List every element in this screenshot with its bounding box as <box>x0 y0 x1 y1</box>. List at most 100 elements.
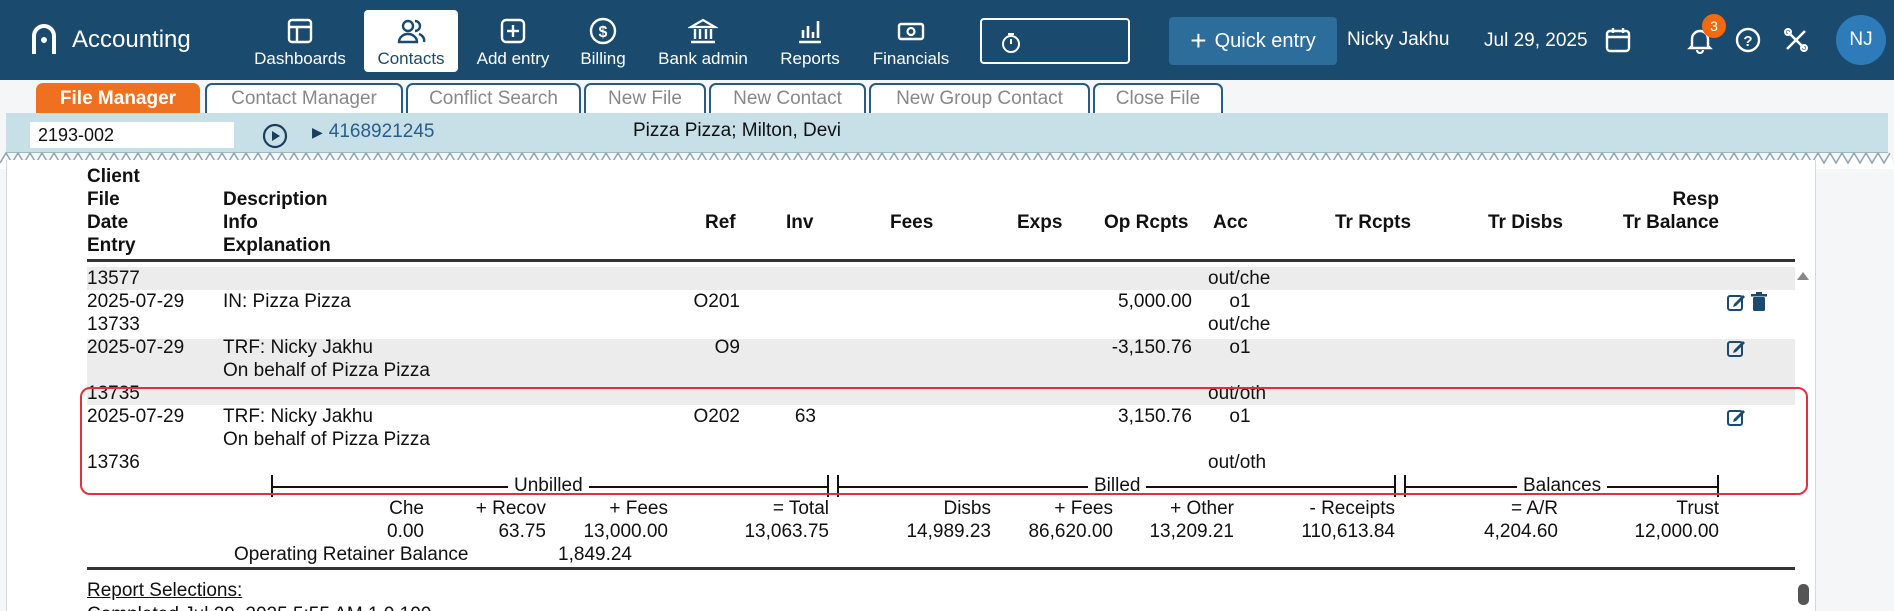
nav-reports[interactable]: Reports <box>770 10 850 72</box>
header-resp: Resp <box>1672 189 1719 210</box>
summary-value: 63.75 <box>498 521 546 542</box>
report-selections-heading: Report Selections: <box>87 580 243 601</box>
svg-text:?: ? <box>1743 33 1752 50</box>
tools-icon[interactable] <box>1782 26 1810 54</box>
svg-text:$: $ <box>599 24 608 41</box>
header-tr-disbs: Tr Disbs <box>1488 212 1563 233</box>
notification-badge: 3 <box>1702 14 1726 38</box>
account-type: out/che <box>1208 314 1271 335</box>
tab-close-file[interactable]: Close File <box>1093 83 1223 113</box>
header-entry: Entry <box>87 235 136 256</box>
entry-description: IN: Pizza Pizza <box>223 291 351 312</box>
quick-entry-label: Quick entry <box>1214 29 1316 52</box>
header-info: Info <box>223 212 258 233</box>
scroll-up-arrow-icon[interactable] <box>1797 272 1809 280</box>
avatar[interactable]: NJ <box>1836 15 1886 65</box>
summary-label: + Other <box>1170 498 1234 519</box>
app-brand[interactable]: Accounting <box>30 22 191 58</box>
contacts-icon <box>397 19 426 44</box>
summary-value: 4,204.60 <box>1484 521 1558 542</box>
nav-billing[interactable]: $ Billing <box>570 10 636 72</box>
retainer-value: 1,849.24 <box>558 544 632 565</box>
retainer-label: Operating Retainer Balance <box>234 544 469 565</box>
scroll-thumb[interactable] <box>1798 584 1809 605</box>
summary-value: 13,063.75 <box>744 521 829 542</box>
header-inv: Inv <box>786 212 814 233</box>
entry-op-rcpts: 5,000.00 <box>1118 291 1192 312</box>
summary-label: = Total <box>772 498 829 519</box>
nav-bank-admin[interactable]: Bank admin <box>652 10 754 72</box>
summary-value: 13,000.00 <box>583 521 668 542</box>
edit-icon[interactable] <box>1726 338 1746 358</box>
plus-icon: + <box>1190 25 1207 56</box>
file-name: Pizza Pizza; Milton, Devi <box>633 120 842 141</box>
header-description: Description <box>223 189 328 210</box>
nav-label: Financials <box>872 49 950 68</box>
header-tr-rcpts: Tr Rcpts <box>1335 212 1412 233</box>
stopwatch-icon <box>1002 33 1020 53</box>
summary-value: 0.00 <box>387 521 424 542</box>
header-op-rcpts: Op Rcpts <box>1104 212 1189 233</box>
tab-new-file[interactable]: New File <box>584 83 706 113</box>
header-description-col: Description Info Explanation <box>223 188 331 257</box>
summary-label: = A/R <box>1511 498 1558 519</box>
entry-description: TRF: Nicky Jakhu <box>223 337 373 358</box>
entry-number: 13733 <box>87 314 140 335</box>
entry-ref: O9 <box>714 337 740 358</box>
nav-dashboards[interactable]: Dashboards <box>252 10 348 72</box>
vertical-scrollbar[interactable] <box>1794 266 1812 611</box>
file-number-input[interactable] <box>30 122 234 148</box>
summary-label: Trust <box>1676 498 1719 519</box>
nav-add-entry[interactable]: Add entry <box>470 10 556 72</box>
tab-new-group-contact[interactable]: New Group Contact <box>869 83 1090 113</box>
summary-label: + Fees <box>1054 498 1113 519</box>
entry-number: 13577 <box>87 268 140 289</box>
row-shade <box>87 267 1795 290</box>
bar-chart-icon <box>799 21 821 44</box>
nav-label: Contacts <box>377 49 445 68</box>
nav-label: Add entry <box>476 49 550 68</box>
edit-icon[interactable] <box>1726 292 1746 312</box>
tab-conflict-search[interactable]: Conflict Search <box>406 83 581 113</box>
header-client-col: Client File Date Entry <box>87 165 140 257</box>
summary-value: 14,989.23 <box>906 521 991 542</box>
nav-financials[interactable]: Financials <box>866 10 956 72</box>
nav-label: Reports <box>780 49 840 68</box>
entry-info: On behalf of Pizza Pizza <box>223 360 430 381</box>
phone-link[interactable]: ▶ 4168921245 <box>312 121 434 143</box>
summary-label: + Recov <box>475 498 546 519</box>
entry-ref: O201 <box>693 291 740 312</box>
calendar-icon[interactable] <box>1604 26 1632 54</box>
tab-contact-manager[interactable]: Contact Manager <box>205 83 403 113</box>
app-name: Accounting <box>72 26 191 53</box>
entry-date: 2025-07-29 <box>87 291 185 312</box>
header-client: Client <box>87 166 140 187</box>
entry-acc: o1 <box>1229 337 1251 358</box>
caret-right-icon: ▶ <box>312 124 323 140</box>
user-name[interactable]: Nicky Jakhu <box>1347 29 1449 51</box>
header-tr-balance: Tr Balance <box>1622 212 1719 233</box>
entry-date: 2025-07-29 <box>87 337 185 358</box>
entry-op-rcpts: -3,150.76 <box>1111 337 1192 358</box>
report-selections-cut-line: Completed Jul 29, 2025 5:55 AM 1.0.100 <box>87 603 787 611</box>
trash-icon[interactable] <box>1749 292 1769 312</box>
summary-divider <box>87 567 1795 570</box>
summary-value: 13,209.21 <box>1149 521 1234 542</box>
timer-button[interactable] <box>980 18 1130 64</box>
summary-value: 86,620.00 <box>1028 521 1113 542</box>
tab-new-contact[interactable]: New Contact <box>709 83 866 113</box>
nav-label: Bank admin <box>658 49 748 68</box>
entry-acc: o1 <box>1229 291 1251 312</box>
help-icon[interactable]: ? <box>1734 26 1762 54</box>
nav-contacts[interactable]: Contacts <box>364 10 458 72</box>
summary-label: + Fees <box>609 498 668 519</box>
summary-label: Disbs <box>943 498 991 519</box>
quick-entry-button[interactable]: + Quick entry <box>1169 17 1337 65</box>
header-fees: Fees <box>890 212 934 233</box>
play-icon[interactable] <box>262 123 288 149</box>
selection-highlight <box>80 387 1808 495</box>
account-type: out/che <box>1208 268 1271 289</box>
money-icon <box>897 22 925 41</box>
tab-file-manager[interactable]: File Manager <box>36 83 200 113</box>
header-explanation: Explanation <box>223 235 331 256</box>
